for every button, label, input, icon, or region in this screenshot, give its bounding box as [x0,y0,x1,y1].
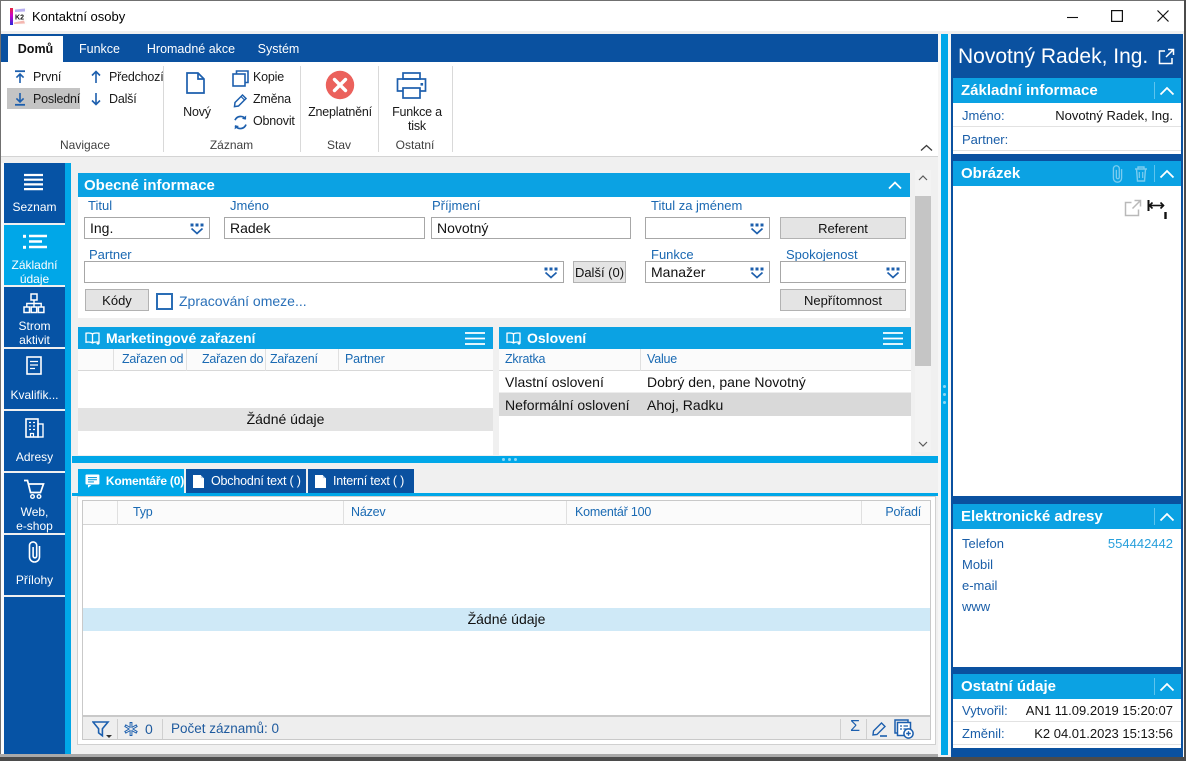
svg-text:K2: K2 [15,15,24,22]
